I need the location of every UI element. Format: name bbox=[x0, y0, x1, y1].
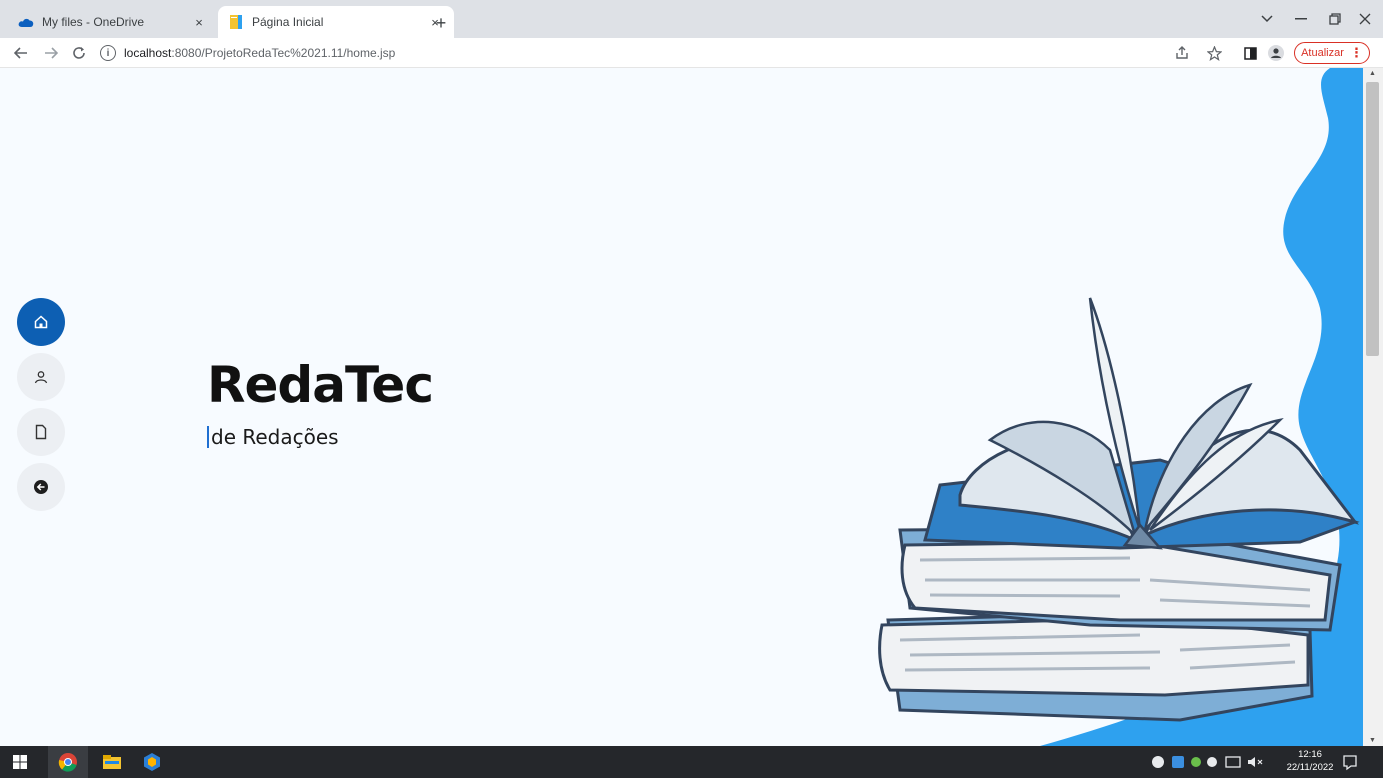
windows-start-icon[interactable] bbox=[0, 746, 40, 778]
tab-title: Página Inicial bbox=[252, 15, 324, 29]
new-tab-button[interactable]: + bbox=[430, 12, 452, 34]
tray-app-icon bbox=[1152, 756, 1164, 768]
close-window-icon[interactable] bbox=[1348, 8, 1382, 30]
tab-search-icon[interactable] bbox=[1250, 8, 1284, 30]
browser-toolbar: i localhost:8080/ProjetoRedaTec%2021.11/… bbox=[0, 38, 1383, 68]
back-arrow-icon bbox=[34, 480, 48, 494]
menu-home-button[interactable] bbox=[17, 298, 65, 346]
chrome-taskbar-icon[interactable] bbox=[48, 746, 88, 778]
minimize-icon[interactable] bbox=[1284, 8, 1318, 30]
page-subtitle: de Redações bbox=[207, 425, 433, 449]
share-icon[interactable] bbox=[1172, 43, 1192, 63]
onedrive-icon bbox=[18, 14, 34, 30]
restore-icon[interactable] bbox=[1318, 8, 1352, 30]
side-menu bbox=[17, 298, 65, 518]
windows-taskbar: 12:16 22/11/2022 bbox=[0, 746, 1383, 778]
tab-onedrive[interactable]: My files - OneDrive × bbox=[8, 6, 218, 38]
page-viewport: RedaTec de Redações bbox=[0, 68, 1363, 746]
scroll-thumb[interactable] bbox=[1366, 82, 1379, 356]
menu-logout-button[interactable] bbox=[17, 463, 65, 511]
tab-strip: My files - OneDrive × Página Inicial × + bbox=[0, 0, 1383, 38]
close-tab-icon[interactable]: × bbox=[190, 13, 208, 31]
file-icon bbox=[35, 424, 47, 440]
address-bar[interactable]: i localhost:8080/ProjetoRedaTec%2021.11/… bbox=[100, 42, 1160, 64]
home-icon bbox=[34, 315, 48, 329]
taskbar-clock[interactable]: 12:16 22/11/2022 bbox=[1286, 748, 1334, 774]
tab-title: My files - OneDrive bbox=[42, 15, 145, 29]
tab-pagina-inicial[interactable]: Página Inicial × bbox=[218, 6, 454, 38]
page-scrollbar[interactable]: ▲ ▼ bbox=[1363, 68, 1383, 746]
forward-icon[interactable] bbox=[40, 42, 62, 64]
hero-section: RedaTec de Redações bbox=[207, 355, 434, 449]
subtitle-text: de Redações bbox=[211, 425, 339, 449]
menu-profile-button[interactable] bbox=[17, 353, 65, 401]
system-tray bbox=[1150, 746, 1280, 778]
url-host: localhost bbox=[124, 46, 172, 60]
scroll-up-icon[interactable]: ▲ bbox=[1369, 70, 1376, 77]
clock-date: 22/11/2022 bbox=[1286, 762, 1334, 773]
user-icon bbox=[34, 371, 48, 384]
menu-documents-button[interactable] bbox=[17, 408, 65, 456]
notification-icon[interactable] bbox=[1338, 752, 1362, 772]
page-title: RedaTec bbox=[207, 356, 434, 414]
page-favicon bbox=[228, 14, 244, 30]
update-label: Atualizar bbox=[1301, 47, 1344, 59]
back-icon[interactable] bbox=[10, 42, 32, 64]
profile-avatar-icon[interactable] bbox=[1266, 43, 1286, 63]
app-taskbar-icon[interactable] bbox=[132, 746, 172, 778]
site-info-icon[interactable]: i bbox=[100, 45, 116, 61]
bookmark-star-icon[interactable] bbox=[1204, 43, 1224, 63]
update-button[interactable]: Atualizar ⋮ bbox=[1294, 42, 1370, 64]
url-path: :8080/ProjetoRedaTec%2021.11/home.jsp bbox=[171, 46, 396, 60]
typing-caret bbox=[207, 426, 209, 448]
file-explorer-icon[interactable] bbox=[92, 746, 132, 778]
clock-time: 12:16 bbox=[1298, 749, 1322, 760]
scroll-down-icon[interactable]: ▼ bbox=[1369, 737, 1376, 744]
more-options-icon: ⋮ bbox=[1349, 45, 1363, 60]
reload-icon[interactable] bbox=[68, 42, 90, 64]
side-panel-icon[interactable] bbox=[1240, 43, 1260, 63]
books-illustration bbox=[878, 297, 1360, 722]
